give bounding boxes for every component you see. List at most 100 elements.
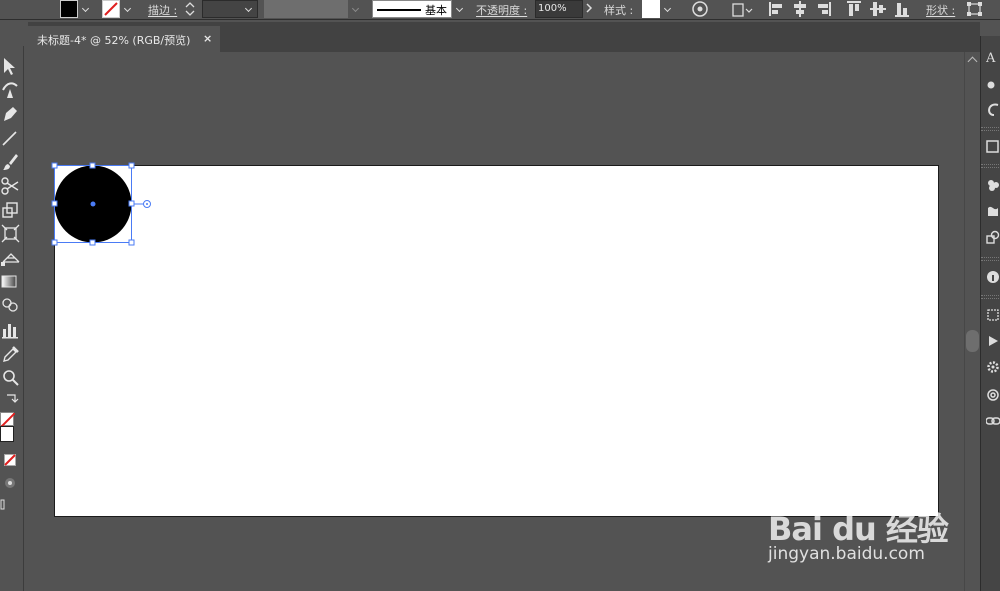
align-top-icon xyxy=(847,1,861,16)
swatches-icon[interactable] xyxy=(986,178,1000,192)
fill-box[interactable] xyxy=(0,412,16,428)
recolor-artwork-button[interactable] xyxy=(690,0,710,20)
curvature-tool[interactable] xyxy=(0,78,22,100)
align-top-button[interactable] xyxy=(846,0,864,20)
none-color-button[interactable] xyxy=(0,452,22,468)
tools-panel xyxy=(0,46,24,591)
free-transform-icon xyxy=(1,224,20,243)
links-icon[interactable] xyxy=(986,388,1000,402)
stroke-dropdown[interactable] xyxy=(122,1,135,19)
align-right-icon xyxy=(818,2,831,16)
profile-dropdown[interactable] xyxy=(350,1,363,19)
line-tool[interactable] xyxy=(0,126,22,148)
brushes-icon[interactable] xyxy=(986,204,1000,218)
panel-group-divider[interactable] xyxy=(981,164,1000,168)
panel-group-divider[interactable] xyxy=(981,257,1000,261)
style-label: 样式 : xyxy=(604,4,634,17)
pen-tool[interactable] xyxy=(0,102,22,124)
swap-arrows-icon xyxy=(7,394,19,403)
selection-tool[interactable] xyxy=(0,54,22,76)
fill-stroke-indicator[interactable] xyxy=(0,410,16,444)
curvature-pen-icon xyxy=(2,82,18,98)
gear-icon[interactable] xyxy=(986,360,1000,374)
info-icon[interactable] xyxy=(986,270,1000,284)
pen-icon xyxy=(4,107,17,121)
align-horizontal-center-icon xyxy=(794,1,806,17)
stroke-weight-dropdown[interactable] xyxy=(243,1,256,19)
fill-swatch[interactable] xyxy=(60,0,78,18)
center-point xyxy=(90,201,96,207)
graph-tool[interactable] xyxy=(0,318,22,340)
watermark-url: jingyan.baidu.com xyxy=(768,544,925,564)
drawing-mode-button[interactable] xyxy=(0,476,22,492)
glyph-icon[interactable] xyxy=(986,102,1000,116)
paintbrush-tool[interactable] xyxy=(0,150,22,172)
brush-label: 基本 xyxy=(425,4,447,17)
none-slash-icon xyxy=(0,412,16,428)
align-vertical-center-icon xyxy=(870,2,886,16)
document-tab-bar: 未标题-4* @ 52% (RGB/预览) × xyxy=(28,22,980,52)
actions-icon[interactable] xyxy=(986,334,1000,348)
eyedropper-tool[interactable] xyxy=(0,342,22,364)
none-color-icon xyxy=(4,454,16,466)
stroke-swatch[interactable] xyxy=(102,0,120,18)
stroke-weight-stepper[interactable] xyxy=(184,1,200,19)
shape-label[interactable]: 形状 : xyxy=(926,2,955,18)
scale-tool[interactable] xyxy=(0,198,22,220)
opacity-label[interactable]: 不透明度 : xyxy=(476,2,527,18)
shape-builder-tool[interactable] xyxy=(0,294,22,316)
scissors-icon xyxy=(1,177,19,195)
draw-mode-icon xyxy=(5,478,15,488)
paintbrush-icon xyxy=(3,154,18,170)
graphic-style-swatch[interactable] xyxy=(642,0,660,18)
symbols-icon[interactable] xyxy=(986,230,1000,244)
free-transform-tool[interactable] xyxy=(0,222,22,244)
opacity-field[interactable]: 100% xyxy=(535,0,583,18)
close-tab-icon[interactable]: × xyxy=(203,32,212,45)
line-segment-icon xyxy=(2,131,17,146)
gradient-tool[interactable] xyxy=(0,270,22,292)
rectangle-icon[interactable] xyxy=(986,140,1000,154)
align-left-icon xyxy=(769,2,782,16)
align-vcenter-button[interactable] xyxy=(870,0,888,20)
style-dropdown[interactable] xyxy=(662,1,675,19)
variable-width-profile[interactable] xyxy=(264,0,348,18)
scroll-up-icon[interactable] xyxy=(967,56,978,67)
align-bottom-button[interactable] xyxy=(894,0,912,20)
chain-icon[interactable] xyxy=(986,414,1000,428)
zoom-tool[interactable] xyxy=(0,366,22,388)
stroke-box[interactable] xyxy=(0,426,14,442)
align-left-button[interactable] xyxy=(768,0,786,20)
swap-fill-stroke-button[interactable] xyxy=(0,392,22,406)
align-right-button[interactable] xyxy=(816,0,834,20)
character-icon[interactable]: A xyxy=(986,50,1000,64)
document-setup-button[interactable] xyxy=(730,0,756,20)
circle-dot-icon[interactable] xyxy=(986,78,1000,92)
align-hcenter-button[interactable] xyxy=(792,0,810,20)
magnifier-icon xyxy=(3,370,19,386)
chevron-right-icon xyxy=(586,3,593,13)
scissors-tool[interactable] xyxy=(0,174,22,196)
transform-icon[interactable] xyxy=(986,308,1000,322)
brush-dropdown[interactable] xyxy=(454,1,467,19)
align-bottom-icon xyxy=(895,3,909,17)
opacity-arrow-button[interactable] xyxy=(584,1,598,19)
panel-group-divider[interactable] xyxy=(981,295,1000,299)
shape-builder-icon xyxy=(2,298,18,312)
document-tab[interactable]: 未标题-4* @ 52% (RGB/预览) × xyxy=(28,26,220,52)
panel-group-divider[interactable] xyxy=(981,127,1000,131)
fill-dropdown[interactable] xyxy=(80,1,93,19)
arrow-cursor-icon xyxy=(4,58,15,75)
stroke-label[interactable]: 描边 : xyxy=(148,2,177,18)
shape-transform-button[interactable] xyxy=(966,0,984,20)
scroll-thumb[interactable] xyxy=(966,330,979,352)
svg-text:A: A xyxy=(986,51,996,64)
brush-definition[interactable]: 基本 xyxy=(372,0,452,18)
baidu-jingyan-watermark: Bai du 经验 jingyan.baidu.com xyxy=(768,484,988,574)
screen-mode-icon xyxy=(0,499,5,510)
screen-mode-button[interactable] xyxy=(0,498,22,514)
color-wheel-icon xyxy=(692,1,708,17)
perspective-grid-tool[interactable] xyxy=(0,246,22,268)
bounding-box-icon xyxy=(967,2,982,16)
none-slash-icon xyxy=(104,2,118,16)
